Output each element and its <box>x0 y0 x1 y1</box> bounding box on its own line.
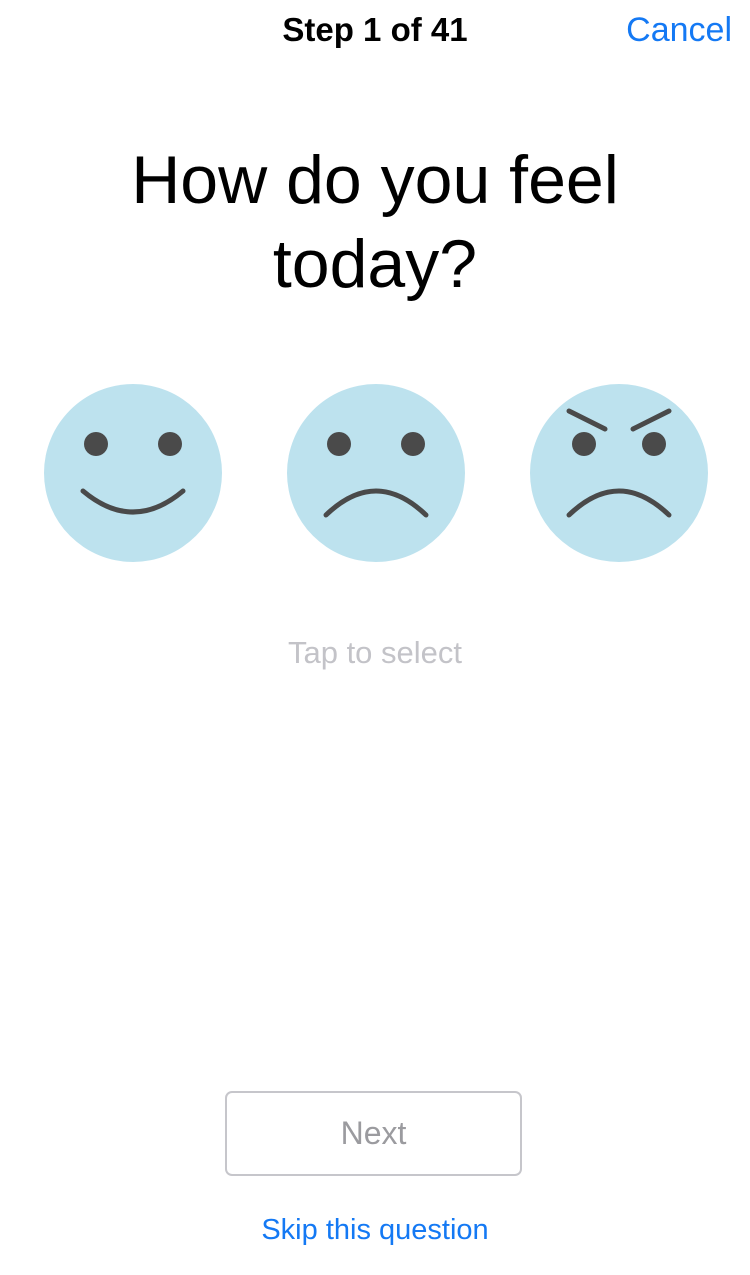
skip-question-link[interactable]: Skip this question <box>0 1210 750 1250</box>
sad-face-option[interactable] <box>286 383 466 563</box>
sad-face-icon <box>287 384 465 562</box>
happy-face-icon <box>44 384 222 562</box>
angry-face-option[interactable] <box>529 383 709 563</box>
next-button[interactable]: Next <box>225 1091 522 1176</box>
tap-to-select-hint: Tap to select <box>287 635 463 670</box>
cancel-button[interactable]: Cancel <box>626 9 732 51</box>
angry-face-icon <box>530 384 708 562</box>
question-title: How do you feel today? <box>131 142 619 302</box>
happy-face-option[interactable] <box>43 383 223 563</box>
